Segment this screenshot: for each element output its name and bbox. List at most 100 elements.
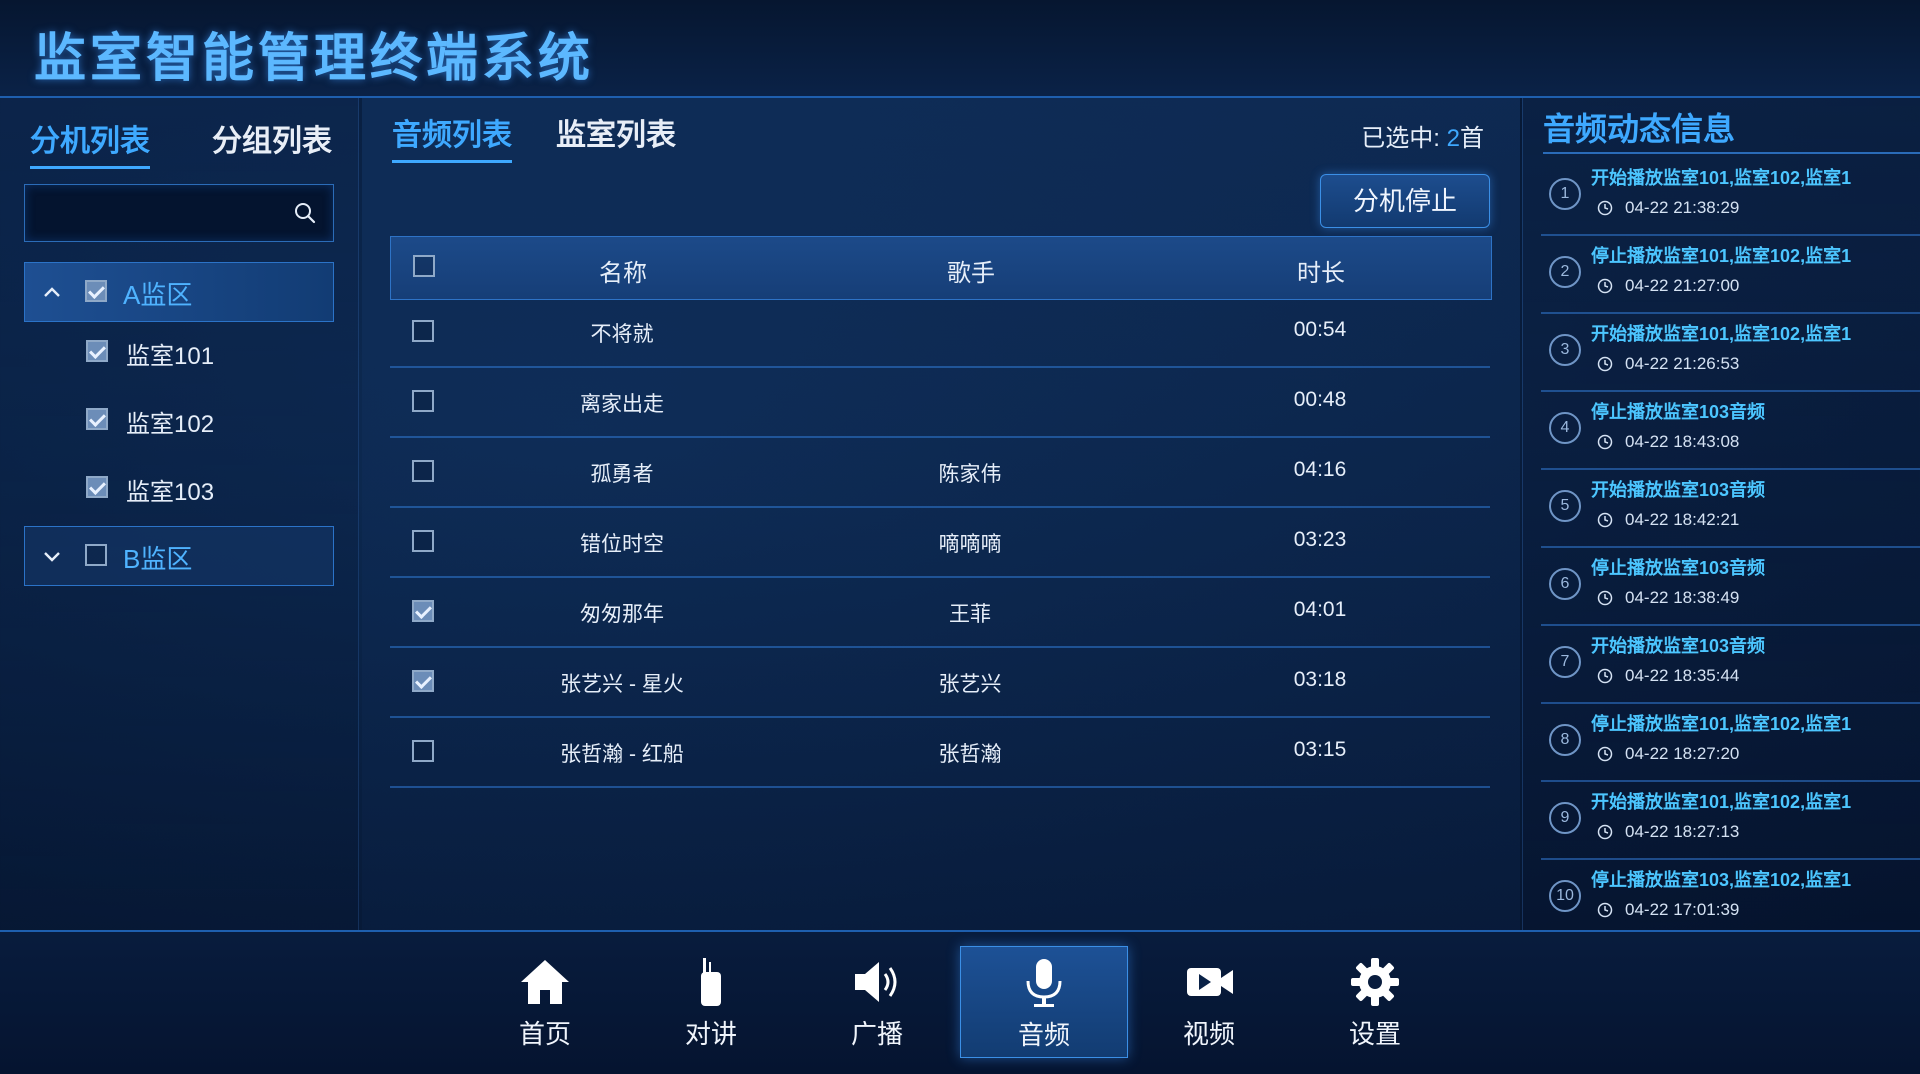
clock-icon [1597, 902, 1613, 918]
select-all-checkbox[interactable] [413, 255, 435, 277]
log-item: 10 停止播放监室103,监室102,监室1 04-22 17:01:39 [1541, 858, 1920, 936]
tab-extension-list[interactable]: 分机列表 [30, 116, 150, 169]
table-row[interactable]: 张哲瀚 - 红船 张哲瀚 03:15 [390, 718, 1490, 788]
nav-audio[interactable]: 音频 [960, 946, 1128, 1058]
table-row[interactable]: 离家出走 00:48 [390, 368, 1490, 438]
log-time: 04-22 18:38:49 [1625, 588, 1740, 607]
clock-icon [1597, 434, 1613, 450]
log-item: 1 开始播放监室101,监室102,监室1 04-22 21:38:29 [1541, 156, 1920, 236]
log-number: 5 [1549, 490, 1581, 522]
cell-singer: 张艺兴 [938, 673, 1002, 696]
log-item: 7 开始播放监室103音频 04-22 18:35:44 [1541, 624, 1920, 704]
tab-cell-list[interactable]: 监室列表 [556, 110, 676, 160]
selected-number: 2 [1446, 125, 1460, 152]
log-item: 3 开始播放监室101,监室102,监室1 04-22 21:26:53 [1541, 312, 1920, 392]
group-b-checkbox[interactable] [85, 544, 107, 566]
cell-singer: 嘀嘀嘀 [938, 533, 1002, 556]
log-text: 开始播放监室101,监室102,监室1 [1591, 324, 1852, 344]
clock-icon [1597, 200, 1613, 216]
log-time: 04-22 21:26:53 [1625, 354, 1740, 373]
row-checkbox[interactable] [412, 740, 434, 762]
table-row[interactable]: 孤勇者 陈家伟 04:16 [390, 438, 1490, 508]
log-time: 04-22 18:42:21 [1625, 510, 1740, 529]
room-row-103[interactable]: 监室103 [24, 462, 332, 512]
row-checkbox[interactable] [412, 460, 434, 482]
row-checkbox[interactable] [412, 320, 434, 342]
group-row-a[interactable]: A监区 [24, 262, 334, 322]
nav-home[interactable]: 首页 [462, 946, 628, 1056]
chevron-up-icon[interactable] [41, 281, 63, 303]
log-time: 04-22 21:27:00 [1625, 276, 1740, 295]
nav-label: 视频 [1182, 1019, 1235, 1049]
nav-broadcast[interactable]: 广播 [794, 946, 960, 1056]
clock-icon [1597, 746, 1613, 762]
nav-label: 音频 [1017, 1020, 1070, 1050]
selected-suffix: 首 [1460, 125, 1484, 152]
nav-video[interactable]: 视频 [1126, 946, 1292, 1056]
tab-audio-list[interactable]: 音频列表 [392, 110, 512, 163]
group-row-b[interactable]: B监区 [24, 526, 334, 586]
table-row[interactable]: 匆匆那年 王菲 04:01 [390, 578, 1490, 648]
chevron-down-icon[interactable] [41, 545, 63, 567]
log-time: 04-22 18:35:44 [1625, 666, 1740, 685]
room-row-102[interactable]: 监室102 [24, 394, 332, 444]
log-number: 9 [1549, 802, 1581, 834]
room-103-checkbox[interactable] [86, 476, 108, 498]
clock-icon [1597, 590, 1613, 606]
center-panel: 音频列表 监室列表 已选中: 2首 分机停止 名称 歌手 时长 不将就 00:5… [362, 98, 1520, 930]
header-singer: 歌手 [947, 260, 995, 287]
log-text: 开始播放监室101,监室102,监室1 [1591, 792, 1852, 812]
table-row[interactable]: 张艺兴 - 星火 张艺兴 03:18 [390, 648, 1490, 718]
row-checkbox[interactable] [412, 530, 434, 552]
log-time: 04-22 21:38:29 [1625, 198, 1740, 217]
nav-label: 对讲 [684, 1019, 737, 1049]
home-icon [521, 960, 569, 1004]
table-row[interactable]: 不将就 00:54 [390, 298, 1490, 368]
log-number: 2 [1549, 256, 1581, 288]
cell-name: 匆匆那年 [580, 603, 664, 626]
log-text: 开始播放监室101,监室102,监室1 [1591, 168, 1852, 188]
left-panel: 分机列表 分组列表 A监区 监室101 监室102 监室103 B监区 [0, 98, 359, 930]
log-time: 04-22 17:01:39 [1625, 900, 1740, 919]
cell-name: 错位时空 [580, 533, 664, 556]
cell-singer: 陈家伟 [938, 463, 1002, 486]
room-101-checkbox[interactable] [86, 340, 108, 362]
log-time: 04-22 18:27:20 [1625, 744, 1740, 763]
row-checkbox[interactable] [412, 670, 434, 692]
log-number: 3 [1549, 334, 1581, 366]
cell-singer: 王菲 [949, 603, 991, 626]
log-item: 9 开始播放监室101,监室102,监室1 04-22 18:27:13 [1541, 780, 1920, 860]
nav-settings[interactable]: 设置 [1292, 946, 1458, 1056]
row-checkbox[interactable] [412, 390, 434, 412]
group-a-checkbox[interactable] [85, 280, 107, 302]
header-name: 名称 [599, 260, 647, 287]
group-b-label: B监区 [123, 544, 193, 574]
row-checkbox[interactable] [412, 600, 434, 622]
nav-label: 广播 [850, 1019, 903, 1049]
tab-group-list[interactable]: 分组列表 [212, 116, 332, 166]
selected-prefix: 已选中: [1361, 125, 1440, 152]
nav-intercom[interactable]: 对讲 [628, 946, 794, 1056]
log-number: 8 [1549, 724, 1581, 756]
log-number: 6 [1549, 568, 1581, 600]
log-number: 7 [1549, 646, 1581, 678]
title-bar: 监室智能管理终端系统 [0, 0, 1920, 98]
table-row[interactable]: 错位时空 嘀嘀嘀 03:23 [390, 508, 1490, 578]
extension-stop-button[interactable]: 分机停止 [1320, 174, 1490, 228]
log-text: 开始播放监室103音频 [1591, 480, 1766, 500]
group-a-label: A监区 [123, 280, 193, 310]
log-number: 4 [1549, 412, 1581, 444]
log-number: 10 [1549, 880, 1581, 912]
room-102-checkbox[interactable] [86, 408, 108, 430]
clock-icon [1597, 512, 1613, 528]
search-icon[interactable] [293, 201, 317, 225]
search-input[interactable] [24, 184, 334, 242]
log-text: 停止播放监室101,监室102,监室1 [1591, 246, 1852, 266]
room-row-101[interactable]: 监室101 [24, 326, 332, 376]
walkie-talkie-icon [701, 958, 721, 1006]
video-camera-icon [1187, 968, 1233, 996]
bottom-nav: 首页 对讲 广播 音频 视频 设置 [0, 930, 1920, 1074]
log-item: 6 停止播放监室103音频 04-22 18:38:49 [1541, 546, 1920, 626]
log-time: 04-22 18:27:13 [1625, 822, 1740, 841]
cell-name: 不将就 [590, 323, 654, 346]
